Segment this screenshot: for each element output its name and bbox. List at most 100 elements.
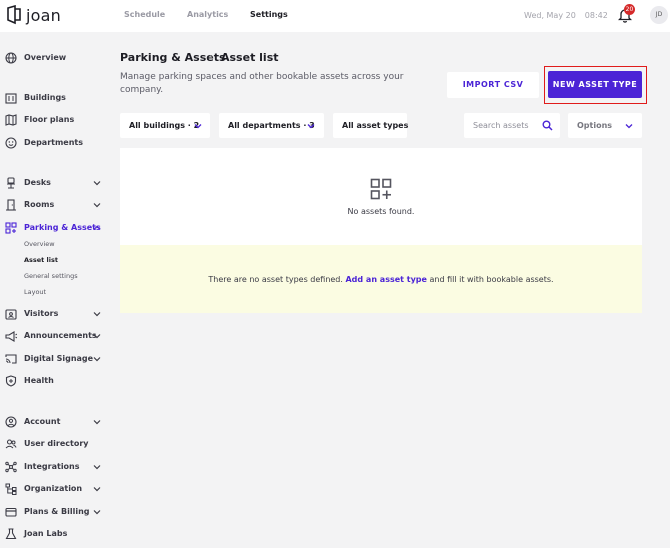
nav-schedule[interactable]: Schedule xyxy=(124,10,165,19)
search-icon[interactable] xyxy=(542,120,553,131)
sidebar-item-rooms[interactable]: Rooms xyxy=(0,196,110,214)
chevron-down-icon xyxy=(93,334,101,339)
sidebar-item-overview[interactable]: Overview xyxy=(0,49,110,67)
page-title: Asset list xyxy=(221,51,279,64)
notice-prefix: There are no asset types defined. xyxy=(208,275,343,284)
globe-icon xyxy=(5,52,17,64)
sidebar-item-label: Desks xyxy=(24,178,51,187)
nav-analytics[interactable]: Analytics xyxy=(187,10,228,19)
smiley-icon xyxy=(5,137,17,149)
sidebar-subitem-overview[interactable]: Overview xyxy=(24,240,55,248)
sidebar-item-buildings[interactable]: Buildings xyxy=(0,89,110,107)
sidebar-item-digital-signage[interactable]: Digital Signage xyxy=(0,350,110,368)
door-icon xyxy=(6,199,16,211)
chevron-down-icon xyxy=(194,124,202,129)
nav-settings[interactable]: Settings xyxy=(250,10,288,19)
sidebar-item-visitors[interactable]: Visitors xyxy=(0,305,110,323)
sidebar-item-label: Organization xyxy=(24,484,83,493)
chevron-down-icon xyxy=(93,510,101,515)
sidebar-item-label: Digital Signage xyxy=(24,354,94,363)
sidebar-item-label: Announcements xyxy=(24,331,97,340)
notice-text: There are no asset types defined. Add an… xyxy=(120,275,642,284)
sidebar-item-desks[interactable]: Desks xyxy=(0,174,110,192)
date-text: Wed, May 20 xyxy=(524,11,576,20)
sidebar-item-label: Joan Labs xyxy=(24,529,68,538)
cast-icon xyxy=(5,354,17,364)
sidebar-item-label: Floor plans xyxy=(24,115,75,124)
building-icon xyxy=(5,93,17,104)
sidebar-item-announcements[interactable]: Announcements xyxy=(0,327,110,345)
notification-badge: 20 xyxy=(624,4,635,15)
options-label: Options xyxy=(577,121,613,130)
breadcrumb-separator: › xyxy=(209,52,213,63)
departments-filter[interactable]: All departments · 3 xyxy=(219,113,324,138)
new-asset-type-button[interactable]: NEW ASSET TYPE xyxy=(548,71,642,98)
user-circle-icon xyxy=(5,416,17,428)
sidebar-item-joan-labs[interactable]: Joan Labs xyxy=(0,525,110,543)
joan-logo-icon xyxy=(7,5,21,25)
sidebar-item-plans-billing[interactable]: Plans & Billing xyxy=(0,503,110,521)
sidebar-item-label: User directory xyxy=(24,439,89,448)
chevron-up-icon xyxy=(93,225,101,230)
chevron-down-icon xyxy=(93,312,101,317)
search-input[interactable]: Search assets xyxy=(464,113,560,138)
sidebar-item-parking-assets[interactable]: Parking & Assets xyxy=(0,219,110,237)
sidebar: Overview Buildings Floor plans Departmen… xyxy=(0,32,110,548)
search-placeholder: Search assets xyxy=(473,121,529,130)
add-asset-type-link[interactable]: Add an asset type xyxy=(345,275,426,284)
sidebar-item-integrations[interactable]: Integrations xyxy=(0,458,110,476)
sidebar-item-departments[interactable]: Departments xyxy=(0,134,110,152)
sidebar-item-label: Overview xyxy=(24,53,67,62)
chevron-down-icon xyxy=(93,465,101,470)
org-chart-icon xyxy=(5,483,17,495)
sidebar-item-label: Parking & Assets xyxy=(24,223,101,232)
sidebar-subitem-asset-list[interactable]: Asset list xyxy=(24,256,58,264)
flask-icon xyxy=(5,528,17,540)
sidebar-item-account[interactable]: Account xyxy=(0,413,110,431)
chevron-down-icon xyxy=(93,487,101,492)
sidebar-item-user-directory[interactable]: User directory xyxy=(0,435,110,453)
sidebar-item-organization[interactable]: Organization xyxy=(0,480,110,498)
grid-plus-icon xyxy=(5,222,17,234)
notice-suffix: and fill it with bookable assets. xyxy=(429,275,554,284)
empty-state-text: No assets found. xyxy=(347,207,415,216)
chevron-down-icon xyxy=(93,181,101,186)
chair-icon xyxy=(7,177,15,189)
chevron-down-icon xyxy=(307,124,315,129)
options-dropdown[interactable]: Options xyxy=(568,113,642,138)
joan-logo[interactable]: joan xyxy=(6,4,61,26)
departments-filter-label: All departments · 3 xyxy=(228,121,315,130)
avatar[interactable]: JD xyxy=(650,6,668,24)
sidebar-item-label: Plans & Billing xyxy=(24,507,90,516)
sidebar-item-label: Buildings xyxy=(24,93,66,102)
sidebar-item-health[interactable]: Health xyxy=(0,372,110,390)
sidebar-item-label: Visitors xyxy=(24,309,59,318)
map-icon xyxy=(5,114,17,126)
grid-plus-icon xyxy=(370,178,392,200)
date-time: Wed, May 20 08:42 xyxy=(524,11,608,20)
import-csv-button[interactable]: IMPORT CSV xyxy=(447,72,539,98)
megaphone-icon xyxy=(5,331,17,342)
top-bar: joan Schedule Analytics Settings Wed, Ma… xyxy=(0,0,670,32)
sidebar-item-label: Departments xyxy=(24,138,84,147)
page-subtitle: Manage parking spaces and other bookable… xyxy=(120,72,404,95)
buildings-filter[interactable]: All buildings · 2 xyxy=(120,113,210,138)
shield-icon xyxy=(5,375,17,387)
time-text: 08:42 xyxy=(584,11,608,20)
asset-types-filter[interactable]: All asset types xyxy=(333,113,408,138)
chevron-down-icon xyxy=(93,420,101,425)
buildings-filter-label: All buildings · 2 xyxy=(129,121,200,130)
sidebar-item-floor-plans[interactable]: Floor plans xyxy=(0,111,110,129)
users-icon xyxy=(5,439,17,449)
sidebar-subitem-general-settings[interactable]: General settings xyxy=(24,272,78,280)
id-card-icon xyxy=(5,309,17,320)
chevron-down-icon xyxy=(625,124,633,129)
network-icon xyxy=(5,461,17,473)
sidebar-subitem-layout[interactable]: Layout xyxy=(24,288,46,296)
chevron-down-icon xyxy=(93,203,101,208)
chevron-down-icon xyxy=(93,357,101,362)
logo-text: joan xyxy=(26,5,61,25)
sidebar-item-label: Rooms xyxy=(24,200,55,209)
sidebar-item-label: Health xyxy=(24,376,54,385)
sidebar-item-label: Account xyxy=(24,417,61,426)
